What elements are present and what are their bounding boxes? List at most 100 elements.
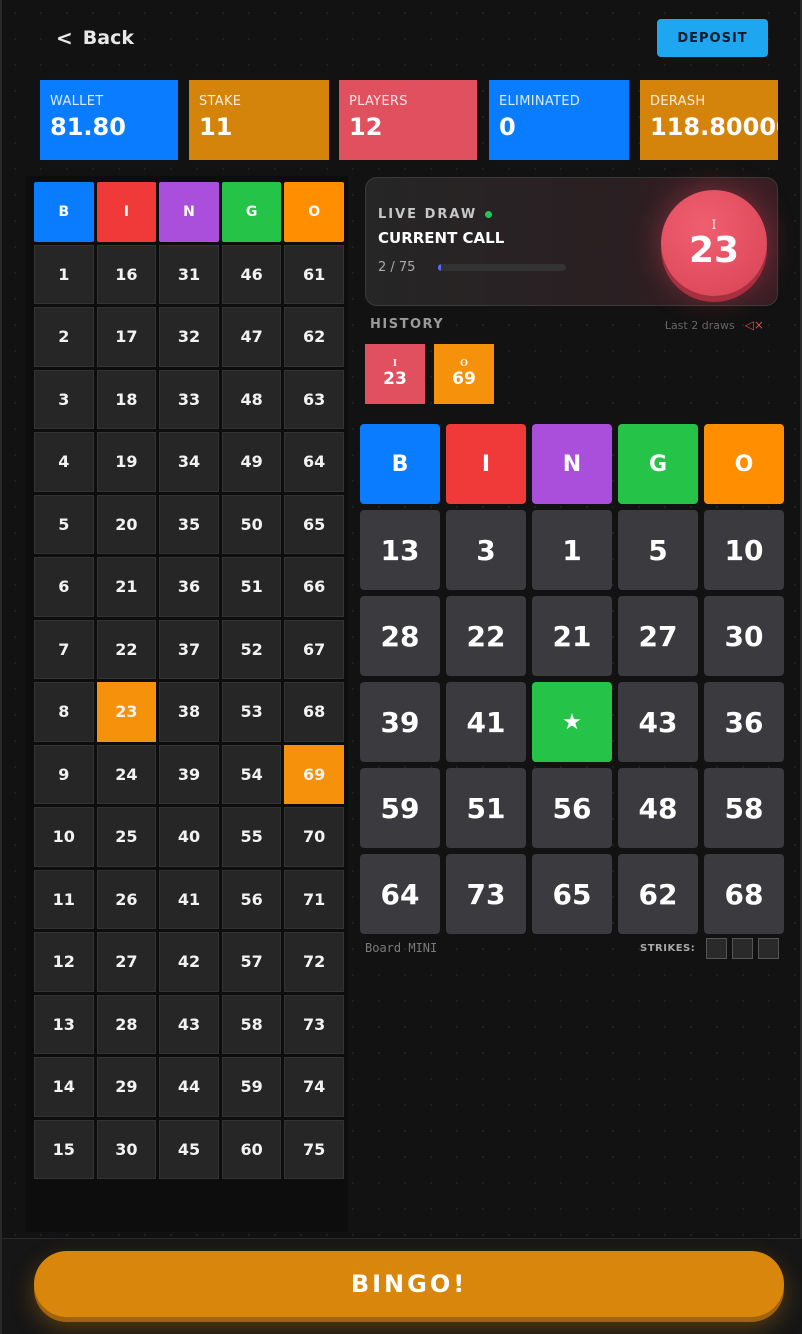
stat-players: PLAYERS 12 bbox=[339, 80, 477, 160]
board-header-n: N bbox=[532, 424, 612, 504]
caller-cell-47: 47 bbox=[221, 307, 282, 367]
history-ball-number: 23 bbox=[383, 368, 407, 389]
caller-cell-62: 62 bbox=[284, 307, 344, 367]
caller-header-g: G bbox=[221, 182, 282, 242]
board-cell[interactable]: 39 bbox=[360, 682, 440, 762]
stat-value: 12 bbox=[349, 113, 383, 141]
caller-cell-30: 30 bbox=[96, 1119, 157, 1179]
caller-cell-20: 20 bbox=[96, 494, 157, 554]
board-cell[interactable]: 13 bbox=[360, 510, 440, 590]
stats-bar: WALLET 81.80 STAKE 11 PLAYERS 12 ELIMINATED 0 DE… bbox=[40, 80, 800, 160]
board-cell[interactable]: 56 bbox=[532, 768, 612, 848]
caller-cell-37: 37 bbox=[159, 619, 219, 679]
board-cell[interactable]: 59 bbox=[360, 768, 440, 848]
caller-cell-54: 54 bbox=[221, 744, 282, 804]
draw-progress-fill bbox=[438, 264, 442, 271]
caller-cell-13: 13 bbox=[34, 994, 94, 1054]
caller-cell-21: 21 bbox=[96, 557, 157, 617]
board-cell[interactable]: 22 bbox=[446, 596, 526, 676]
caller-cell-15: 15 bbox=[34, 1119, 94, 1179]
board-cell[interactable]: 28 bbox=[360, 596, 440, 676]
caller-cell-28: 28 bbox=[96, 994, 157, 1054]
stat-eliminated: ELIMINATED 0 bbox=[489, 80, 629, 160]
caller-cell-72: 72 bbox=[284, 932, 344, 992]
board-cell[interactable]: 48 bbox=[618, 768, 698, 848]
history-ball-letter: O bbox=[460, 358, 468, 369]
caller-cell-32: 32 bbox=[159, 307, 219, 367]
board-cell[interactable]: 73 bbox=[446, 854, 526, 934]
caller-cell-61: 61 bbox=[284, 244, 344, 304]
board-cell[interactable]: 68 bbox=[704, 854, 784, 934]
draw-progress-bar bbox=[438, 264, 566, 271]
caller-cell-14: 14 bbox=[34, 1057, 94, 1117]
strike-box bbox=[758, 938, 780, 959]
caller-cell-40: 40 bbox=[159, 807, 219, 867]
bingo-app: < Back DEPOSIT WALLET 81.80 STAKE 11 PLAYERS… bbox=[0, 0, 802, 1334]
caller-cell-9: 9 bbox=[34, 744, 94, 804]
stat-wallet: WALLET 81.80 bbox=[40, 80, 178, 160]
strike-box bbox=[706, 938, 728, 959]
stat-stake: STAKE 11 bbox=[189, 80, 329, 160]
stat-value: 11 bbox=[199, 113, 233, 141]
caller-cell-66: 66 bbox=[284, 557, 344, 617]
back-button[interactable]: < Back bbox=[56, 24, 134, 52]
board-cell[interactable]: 65 bbox=[532, 854, 612, 934]
board-cell[interactable]: 10 bbox=[704, 510, 784, 590]
bingo-button[interactable]: BINGO! bbox=[34, 1251, 784, 1317]
stat-value: 81.80 bbox=[50, 113, 126, 141]
deposit-button[interactable]: DEPOSIT bbox=[657, 19, 768, 57]
top-bar: < Back DEPOSIT bbox=[2, 0, 802, 76]
board-cell[interactable]: 64 bbox=[360, 854, 440, 934]
free-space-star-icon[interactable]: ★ bbox=[532, 682, 612, 762]
board-cell[interactable]: 27 bbox=[618, 596, 698, 676]
caller-cell-24: 24 bbox=[96, 744, 157, 804]
board-cell[interactable]: 62 bbox=[618, 854, 698, 934]
board-cell[interactable]: 30 bbox=[704, 596, 784, 676]
mute-icon[interactable]: ◁× bbox=[745, 318, 764, 332]
caller-cell-56: 56 bbox=[221, 869, 282, 929]
caller-cell-5: 5 bbox=[34, 494, 94, 554]
stat-derash: DERASH 118.800000 bbox=[640, 80, 778, 160]
stat-label: PLAYERS bbox=[349, 94, 408, 109]
board-cell[interactable]: 3 bbox=[446, 510, 526, 590]
caller-cell-19: 19 bbox=[96, 432, 157, 492]
caller-cell-67: 67 bbox=[284, 619, 344, 679]
current-call-number: 23 bbox=[688, 229, 740, 271]
caller-cell-11: 11 bbox=[34, 869, 94, 929]
caller-cell-2: 2 bbox=[34, 307, 94, 367]
board-cell[interactable]: 21 bbox=[532, 596, 612, 676]
caller-cell-41: 41 bbox=[159, 869, 219, 929]
chevron-left-icon: < bbox=[56, 26, 73, 50]
caller-header-o: O bbox=[284, 182, 344, 242]
caller-cell-39: 39 bbox=[159, 744, 219, 804]
board-cell[interactable]: 51 bbox=[446, 768, 526, 848]
strikes-label: STRIKES: bbox=[640, 943, 696, 954]
live-indicator-dot bbox=[485, 211, 493, 218]
caller-cell-70: 70 bbox=[284, 807, 344, 867]
caller-cell-16: 16 bbox=[96, 244, 157, 304]
caller-cell-22: 22 bbox=[96, 619, 157, 679]
caller-cell-59: 59 bbox=[221, 1057, 282, 1117]
board-cell[interactable]: 1 bbox=[532, 510, 612, 590]
stat-value: 0 bbox=[499, 113, 516, 141]
caller-cell-44: 44 bbox=[159, 1057, 219, 1117]
caller-cell-34: 34 bbox=[159, 432, 219, 492]
board-cell[interactable]: 58 bbox=[704, 768, 784, 848]
board-cell[interactable]: 36 bbox=[704, 682, 784, 762]
caller-grid: B I N G O 1 16 31 46 61 2 17 32 47 62 3 18 33 48 63 4 19 34 49 6… bbox=[34, 182, 344, 1179]
caller-cell-25: 25 bbox=[96, 807, 157, 867]
strikes-indicator: STRIKES: bbox=[640, 938, 780, 959]
caller-cell-10: 10 bbox=[34, 807, 94, 867]
caller-cell-53: 53 bbox=[221, 682, 282, 742]
caller-cell-51: 51 bbox=[221, 557, 282, 617]
board-cell[interactable]: 43 bbox=[618, 682, 698, 762]
caller-cell-6: 6 bbox=[34, 557, 94, 617]
live-draw-text: LIVE DRAW bbox=[378, 207, 478, 222]
caller-cell-12: 12 bbox=[34, 932, 94, 992]
caller-cell-46: 46 bbox=[221, 244, 282, 304]
caller-cell-18: 18 bbox=[96, 369, 157, 429]
board-cell[interactable]: 5 bbox=[618, 510, 698, 590]
stat-label: DERASH bbox=[650, 94, 706, 109]
board-cell[interactable]: 41 bbox=[446, 682, 526, 762]
caller-cell-1: 1 bbox=[34, 244, 94, 304]
